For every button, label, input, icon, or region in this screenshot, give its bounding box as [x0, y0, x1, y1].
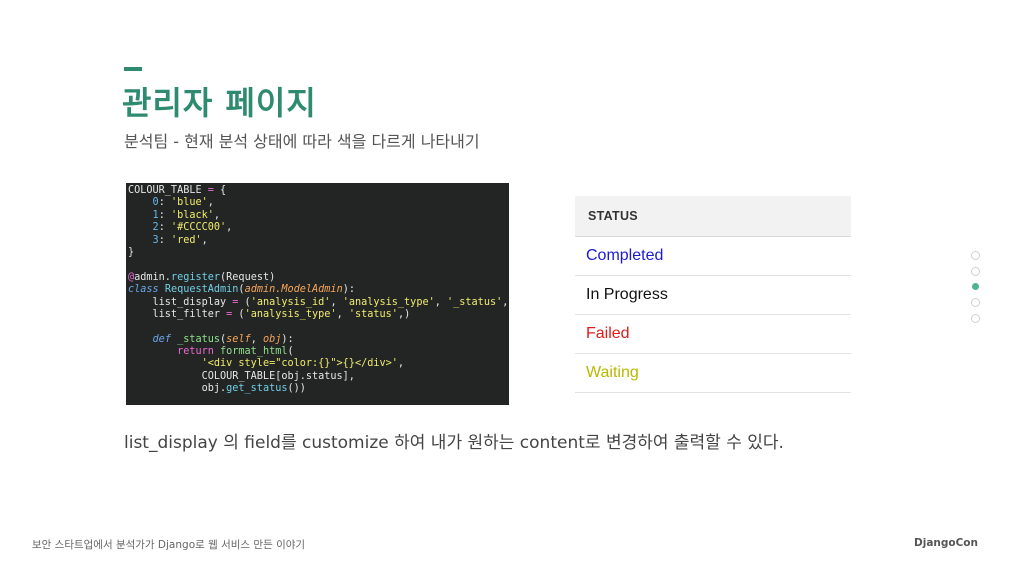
code-token: ,: [434, 296, 448, 308]
code-line: list_display = ('analysis_id', 'analysis…: [128, 297, 509, 309]
nav-dot[interactable]: [970, 267, 980, 276]
code-token: obj: [263, 333, 282, 345]
status-row-in-progress: In Progress: [575, 276, 851, 315]
code-token: '_status': [447, 296, 503, 308]
code-token: ,: [330, 296, 343, 308]
status-label: In Progress: [586, 286, 668, 303]
code-token: ,: [397, 358, 405, 370]
code-token: 'blue': [170, 197, 208, 209]
code-token: :: [158, 234, 171, 246]
nav-dot[interactable]: [971, 283, 979, 290]
code-token: format_html: [220, 346, 288, 358]
code-token: }: [128, 246, 135, 258]
code-token: '<div style="color:{}">{}</div>': [201, 358, 398, 370]
code-token: ,: [226, 222, 233, 234]
code-token: ,): [397, 308, 411, 320]
code-token: ,: [336, 308, 349, 320]
status-row-completed: Completed: [575, 237, 851, 276]
code-line: }: [128, 247, 509, 259]
code-line: @admin.register(Request): [128, 272, 509, 284]
code-token: self: [226, 333, 251, 345]
code-token: class: [128, 284, 165, 296]
code-token: _status: [177, 333, 221, 345]
nav-dot[interactable]: [970, 298, 980, 307]
code-token: (Request): [220, 271, 276, 283]
code-token: def: [152, 333, 178, 345]
code-token: 'red': [170, 234, 202, 246]
code-token: obj.: [128, 383, 227, 395]
status-row-waiting: Waiting: [575, 354, 851, 393]
code-token: ,: [213, 209, 221, 221]
code-line: 0: 'blue',: [128, 197, 509, 209]
code-token: :: [158, 197, 171, 209]
code-line: def _status(self, obj):: [128, 334, 509, 346]
code-line: 3: 'red',: [128, 235, 509, 247]
slide-subtitle: 분석팀 - 현재 분석 상태에 따라 색을 다르게 나타내기: [124, 132, 480, 151]
code-token: {: [213, 185, 227, 196]
code-token: admin.: [134, 271, 171, 283]
code-line: class RequestAdmin(admin.ModelAdmin):: [128, 284, 509, 296]
status-column-header: STATUS: [575, 196, 851, 237]
code-token: list_filter: [128, 308, 227, 320]
code-token: ,: [250, 333, 263, 345]
slide-body-text: list_display 의 field를 customize 하여 내가 원하…: [124, 433, 784, 453]
nav-dot[interactable]: [970, 314, 980, 323]
nav-dot[interactable]: [970, 251, 980, 260]
code-token: (: [287, 346, 294, 358]
code-token: 'analysis_id': [250, 296, 331, 308]
status-table: STATUS Completed In Progress Failed Wait…: [575, 196, 851, 393]
code-line: list_filter = ('analysis_type', 'status'…: [128, 309, 509, 321]
code-token: list_display: [128, 296, 233, 308]
code-token: :: [158, 222, 171, 234]
code-token: 'analysis_type': [342, 296, 435, 308]
status-row-failed: Failed: [575, 315, 851, 354]
code-token: return: [177, 346, 221, 358]
footer-talk-title: 보안 스타트업에서 분석가가 Django로 웹 서비스 만든 이야기: [32, 539, 306, 551]
slide-navigation-dots: [969, 251, 981, 330]
status-label: Completed: [586, 247, 664, 264]
code-token: COLOUR_TABLE: [128, 185, 208, 196]
code-line: '<div style="color:{}">{}</div>',: [128, 358, 509, 370]
title-accent-bar: [124, 67, 142, 71]
code-token: 'analysis_type': [244, 308, 337, 320]
code-token: :: [158, 209, 171, 221]
code-token: ):: [281, 333, 294, 345]
code-token: (: [238, 296, 251, 308]
code-line: 1: 'black',: [128, 210, 509, 222]
status-label: Waiting: [586, 364, 639, 381]
code-line: 2: '#CCCC00',: [128, 222, 509, 234]
status-label: Failed: [586, 325, 630, 342]
code-token: ,): [502, 296, 509, 308]
code-screenshot: COLOUR_TABLE = { 0: 'blue', 1: 'black', …: [126, 183, 509, 405]
code-token: COLOUR_TABLE[obj.status],: [128, 370, 355, 382]
code-token: get_status: [226, 383, 288, 395]
code-line: return format_html(: [128, 346, 509, 358]
code-token: ,: [207, 197, 214, 209]
slide-title: 관리자 페이지: [122, 84, 317, 122]
code-token: ,: [201, 234, 208, 246]
code-line: COLOUR_TABLE[obj.status],: [128, 371, 509, 383]
code-token: RequestAdmin: [164, 284, 239, 296]
code-token: admin.ModelAdmin: [244, 284, 343, 296]
code-token: ):: [342, 284, 355, 296]
code-line: obj.get_status()): [128, 383, 509, 395]
footer-event-name: DjangoCon: [914, 537, 978, 549]
code-token: 'status': [348, 308, 398, 320]
code-token: 'black': [170, 209, 214, 221]
code-token: register: [170, 271, 221, 283]
code-line: COLOUR_TABLE = {: [128, 185, 509, 197]
code-token: '#CCCC00': [170, 222, 227, 234]
code-token: ()): [287, 383, 306, 395]
code-token: (: [232, 308, 245, 320]
